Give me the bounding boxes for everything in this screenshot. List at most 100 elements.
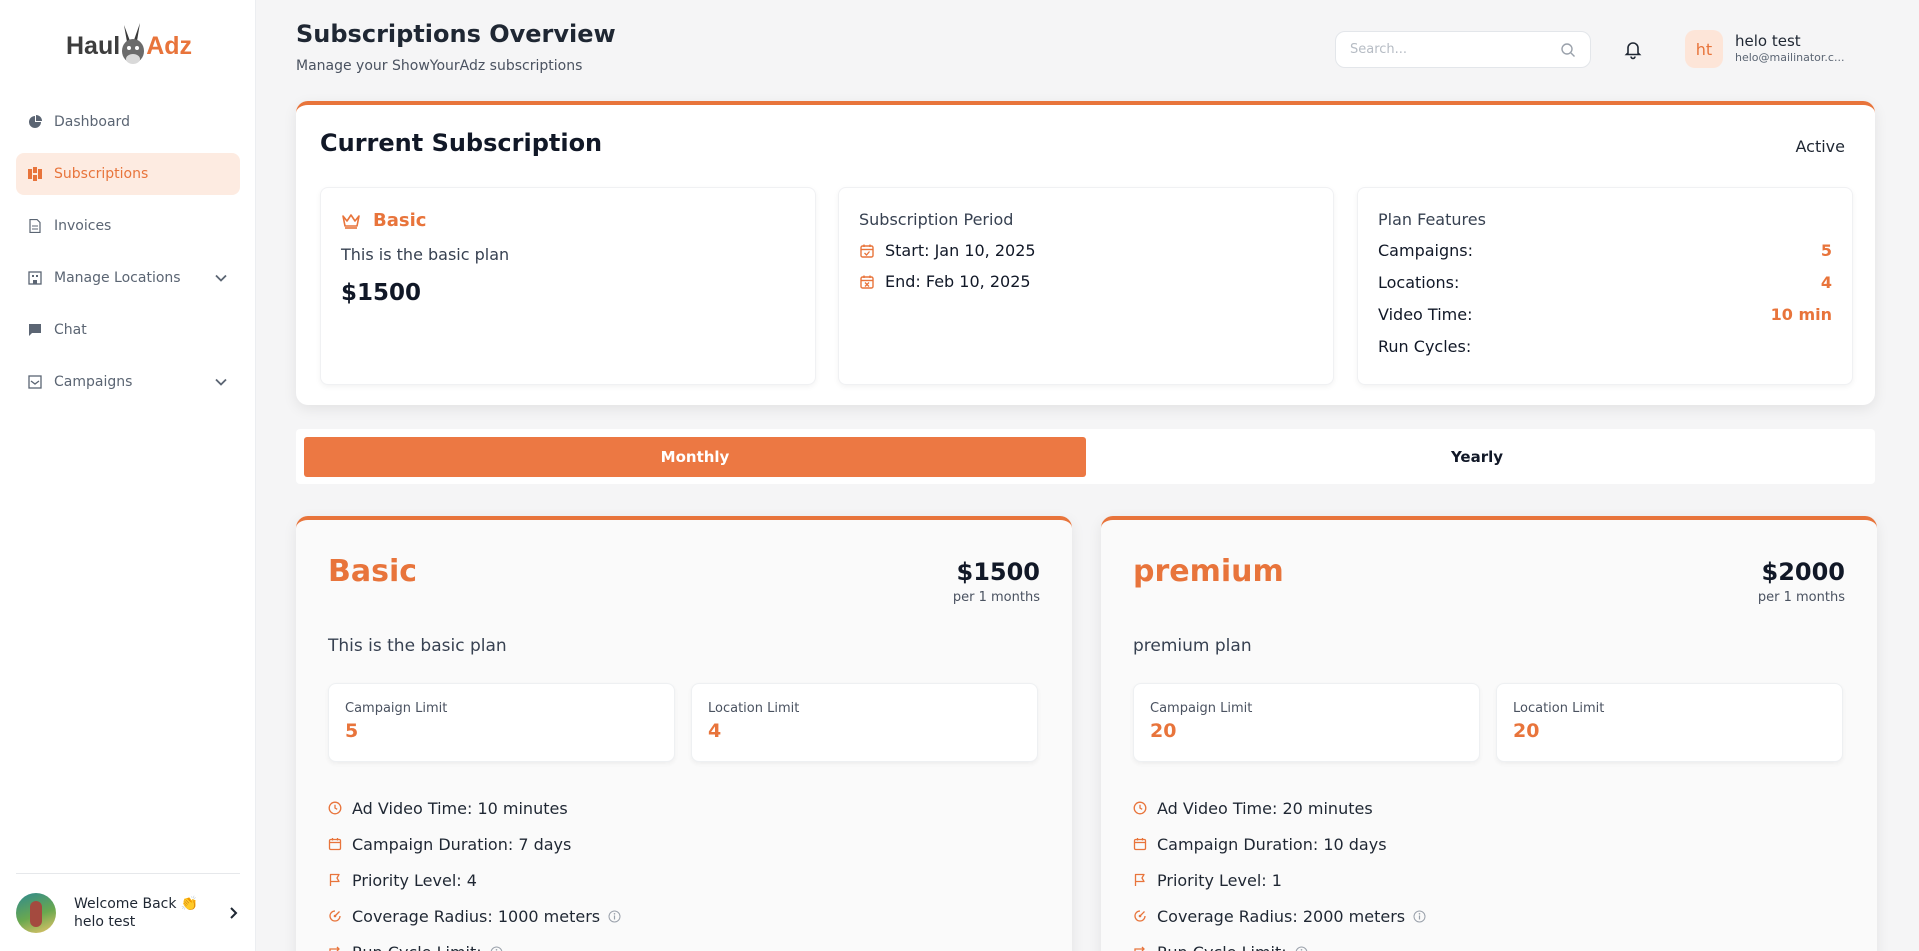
plan-billing-period: per 1 months: [952, 590, 1040, 605]
campaign-limit-box: Campaign Limit 5: [328, 683, 675, 762]
feature-text: Run Cycle Limit:: [1157, 943, 1287, 951]
profile-card[interactable]: Welcome Back 👏 helo test: [16, 888, 240, 938]
pie-chart-icon: [28, 115, 42, 129]
feature-value: 10 min: [1770, 305, 1832, 324]
profile-name: helo test: [74, 914, 136, 930]
sidebar-item-label: Campaigns: [54, 374, 133, 390]
current-plan-price: $1500: [341, 280, 422, 306]
feature-value: 4: [1820, 273, 1832, 292]
current-subscription-card: Current Subscription Active Basic This i…: [296, 101, 1875, 405]
search-box: [1335, 31, 1591, 68]
donkey-mascot-icon: [122, 23, 145, 64]
sidebar-divider: [16, 873, 240, 874]
sidebar-item-label: Invoices: [54, 218, 112, 234]
list-item: Ad Video Time: 10 minutes: [328, 790, 621, 826]
chevron-down-icon[interactable]: [214, 271, 228, 285]
repeat-icon: [329, 946, 340, 951]
info-icon[interactable]: [490, 946, 503, 951]
chevron-right-icon[interactable]: [226, 906, 240, 920]
feature-text: Ad Video Time: 10 minutes: [352, 798, 568, 818]
sidebar-item-manage-locations[interactable]: Manage Locations: [16, 257, 240, 299]
radar-icon: [1134, 910, 1146, 922]
feature-text: Ad Video Time: 20 minutes: [1157, 798, 1373, 818]
calendar-x-icon: [860, 275, 874, 289]
sidebar-nav: Dashboard Subscriptions Invoices Manage …: [16, 101, 240, 413]
location-limit-label: Location Limit: [708, 701, 800, 716]
subscription-period-panel: Subscription Period Start: Jan 10, 2025 …: [838, 187, 1334, 385]
current-plan-name-row: Basic: [341, 210, 795, 231]
yearly-tab[interactable]: Yearly: [1086, 437, 1868, 477]
search-input[interactable]: [1350, 42, 1560, 57]
subscription-period-heading: Subscription Period: [859, 210, 1014, 229]
current-plan-description: This is the basic plan: [341, 245, 510, 264]
location-limit-label: Location Limit: [1513, 701, 1605, 716]
feature-value: 5: [1820, 241, 1832, 260]
feature-label: Video Time:: [1378, 305, 1473, 324]
sidebar-item-label: Chat: [54, 322, 87, 338]
campaign-limit-value: 20: [1150, 720, 1177, 742]
info-icon[interactable]: [608, 910, 621, 923]
user-initials-avatar[interactable]: ht: [1685, 30, 1723, 68]
sidebar-item-invoices[interactable]: Invoices: [16, 205, 240, 247]
start-date-row: Start: Jan 10, 2025: [859, 241, 1313, 260]
campaign-limit-value: 5: [345, 720, 359, 742]
plan-description: This is the basic plan: [328, 636, 507, 656]
feature-row-video-time: Video Time: 10 min: [1378, 305, 1832, 325]
plan-features-heading: Plan Features: [1378, 210, 1486, 229]
chevron-down-icon[interactable]: [214, 375, 228, 389]
plan-card-premium: premium $2000 per 1 months premium plan …: [1101, 516, 1877, 951]
sidebar-item-campaigns[interactable]: Campaigns: [16, 361, 240, 403]
profile-text: Welcome Back 👏 helo test: [74, 896, 226, 930]
welcome-text: Welcome Back 👏: [74, 896, 199, 912]
list-item: Priority Level: 1: [1133, 862, 1426, 898]
location-limit-box: Location Limit 4: [691, 683, 1038, 762]
monthly-tab[interactable]: Monthly: [304, 437, 1086, 477]
clock-icon: [1133, 801, 1147, 815]
end-date: End: Feb 10, 2025: [885, 272, 1031, 291]
plan-billing-period: per 1 months: [1757, 590, 1845, 605]
sidebar: Haul Adz Dashboard Subscriptions Invoice…: [0, 0, 256, 951]
search-icon[interactable]: [1560, 42, 1576, 58]
bell-icon[interactable]: [1622, 38, 1644, 60]
list-item: Coverage Radius: 2000 meters: [1133, 898, 1426, 934]
plan-name: premium: [1133, 554, 1284, 589]
list-item: Campaign Duration: 10 days: [1133, 826, 1426, 862]
calendar-check-icon: [860, 244, 874, 258]
info-icon[interactable]: [1413, 910, 1426, 923]
calendar-icon: [1133, 838, 1147, 851]
campaign-limit-label: Campaign Limit: [1150, 701, 1253, 716]
logo[interactable]: Haul Adz: [66, 20, 192, 72]
info-icon[interactable]: [1295, 946, 1308, 951]
current-subscription-title: Current Subscription: [320, 129, 603, 157]
status-badge: Active: [1795, 137, 1846, 156]
end-date-row: End: Feb 10, 2025: [859, 272, 1313, 291]
page-title: Subscriptions Overview: [296, 20, 616, 48]
current-plan-name: Basic: [373, 210, 427, 231]
feature-label: Campaigns:: [1378, 241, 1473, 260]
sidebar-item-chat[interactable]: Chat: [16, 309, 240, 351]
document-icon: [28, 219, 42, 233]
chat-icon: [28, 323, 42, 337]
location-limit-value: 4: [708, 720, 722, 742]
feature-label: Locations:: [1378, 273, 1460, 292]
feature-row-locations: Locations: 4: [1378, 273, 1832, 293]
list-item: Ad Video Time: 20 minutes: [1133, 790, 1426, 826]
sidebar-item-subscriptions[interactable]: Subscriptions: [16, 153, 240, 195]
campaign-icon: [28, 375, 42, 389]
feature-label: Run Cycles:: [1378, 337, 1472, 356]
sidebar-item-dashboard[interactable]: Dashboard: [16, 101, 240, 143]
radar-icon: [329, 910, 341, 922]
start-date: Start: Jan 10, 2025: [885, 241, 1036, 260]
crown-icon: [342, 213, 360, 229]
location-limit-value: 20: [1513, 720, 1540, 742]
clock-icon: [328, 801, 342, 815]
current-plan-panel: Basic This is the basic plan $1500: [320, 187, 816, 385]
feature-text: Campaign Duration: 7 days: [352, 834, 572, 854]
feature-text: Run Cycle Limit:: [352, 943, 482, 951]
campaign-limit-label: Campaign Limit: [345, 701, 448, 716]
feature-row-run-cycles: Run Cycles:: [1378, 337, 1832, 357]
calendar-icon: [328, 838, 342, 851]
avatar: [16, 893, 56, 933]
feature-text: Coverage Radius: 2000 meters: [1157, 906, 1406, 926]
campaign-limit-box: Campaign Limit 20: [1133, 683, 1480, 762]
